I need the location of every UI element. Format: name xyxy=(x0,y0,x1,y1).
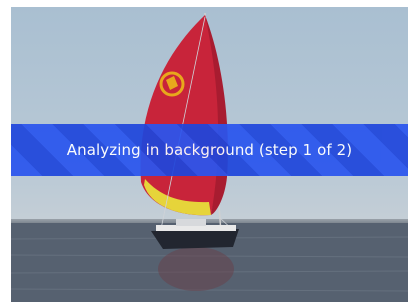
shoreline xyxy=(11,219,408,223)
status-text: Analyzing in background (step 1 of 2) xyxy=(66,141,353,159)
video-frame: Analyzing in background (step 1 of 2) xyxy=(11,7,408,302)
status-banner: Analyzing in background (step 1 of 2) xyxy=(11,124,408,176)
boat-reflection xyxy=(158,247,234,291)
spinnaker-sail xyxy=(140,15,228,216)
